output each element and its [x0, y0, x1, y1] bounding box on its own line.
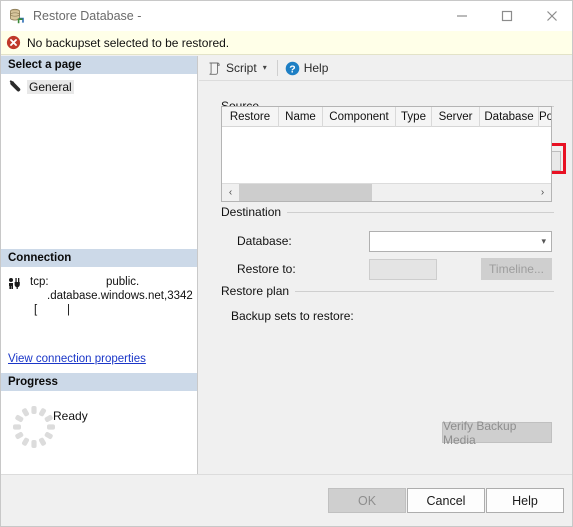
progress-status: Ready: [53, 409, 88, 423]
connection-panel: tcp: public. .database.windows.net,3342 …: [1, 268, 197, 373]
help-footer-button[interactable]: Help: [486, 488, 564, 513]
script-button[interactable]: Script ▾: [204, 57, 273, 79]
error-banner-text: No backupset selected to be restored.: [27, 35, 230, 50]
restore-plan-group: Restore plan: [221, 284, 554, 298]
scroll-left-arrow[interactable]: ‹: [222, 184, 239, 201]
connection-header: Connection: [1, 249, 197, 268]
scroll-right-arrow[interactable]: ›: [534, 184, 551, 201]
restore-plan-group-header: Restore plan: [221, 284, 554, 298]
scrollbar-thumb[interactable]: [239, 184, 372, 201]
help-circle-icon: ?: [285, 61, 300, 76]
cancel-button[interactable]: Cancel: [407, 488, 485, 513]
maximize-button[interactable]: [484, 1, 529, 31]
toolbar-divider: [276, 60, 278, 76]
connection-pipe: |: [67, 304, 70, 316]
script-button-label: Script: [226, 61, 257, 75]
view-connection-properties-link[interactable]: View connection properties: [8, 353, 146, 365]
restore-database-dialog: Restore Database - No backupset selected…: [0, 0, 573, 527]
destination-group: Destination: [221, 205, 554, 219]
column-header-type[interactable]: Type: [396, 107, 432, 127]
toolbar: Script ▾ ? Help: [199, 56, 572, 81]
verify-backup-media-label: Verify Backup Media: [443, 418, 517, 447]
chevron-down-icon[interactable]: ▾: [541, 237, 546, 246]
destination-group-title: Destination: [221, 205, 282, 219]
title-bar: Restore Database -: [1, 1, 572, 31]
spinner-icon: [11, 404, 57, 450]
sidebar-item-general-label: General: [27, 80, 74, 94]
page-list: General: [1, 75, 197, 96]
table-horizontal-scrollbar[interactable]: ‹ ›: [222, 183, 551, 201]
window-title: Restore Database -: [33, 9, 142, 23]
restore-plan-group-title: Restore plan: [221, 284, 290, 298]
destination-group-header: Destination: [221, 205, 554, 219]
help-footer-button-label: Help: [512, 493, 538, 508]
column-header-database[interactable]: Database: [480, 107, 539, 127]
column-header-restore[interactable]: Restore: [222, 107, 279, 127]
verify-backup-media-button: Verify Backup Media: [442, 419, 552, 447]
minimize-button[interactable]: [439, 1, 484, 31]
timeline-button: Timeline...: [481, 258, 552, 280]
help-button[interactable]: ? Help: [282, 57, 332, 79]
scrollbar-track[interactable]: [239, 184, 534, 201]
column-header-position[interactable]: Posit: [539, 107, 551, 127]
destination-database-label: Database:: [237, 234, 292, 248]
table-header-row: Restore Name Component Type Server Datab…: [222, 107, 551, 127]
close-button[interactable]: [529, 1, 572, 31]
sidebar-item-general[interactable]: General: [1, 78, 197, 96]
group-divider: [295, 290, 554, 292]
error-banner: No backupset selected to be restored.: [1, 31, 572, 55]
script-icon: [207, 61, 222, 76]
help-button-label: Help: [303, 61, 329, 75]
dialog-footer: OK Cancel Help: [1, 474, 572, 526]
connection-protocol: tcp:: [30, 276, 49, 288]
timeline-button-label: Timeline...: [489, 262, 544, 276]
restore-database-icon: [8, 8, 25, 25]
main-panel: Script ▾ ? Help Source: [199, 56, 572, 476]
ok-button: OK: [328, 488, 406, 513]
connection-bracket: [: [34, 304, 38, 316]
chevron-down-icon[interactable]: ▾: [263, 64, 267, 72]
connection-host: .database.windows.net,3342: [47, 290, 193, 302]
table-body: [222, 127, 551, 182]
progress-panel: Ready: [1, 392, 197, 472]
svg-text:?: ?: [289, 63, 295, 75]
restore-to-input: [369, 259, 437, 280]
connection-icon: [7, 277, 23, 292]
cancel-button-label: Cancel: [426, 493, 466, 508]
column-header-component[interactable]: Component: [323, 107, 396, 127]
wrench-icon: [8, 80, 23, 94]
ok-button-label: OK: [357, 493, 377, 508]
connection-suffix: public.: [106, 276, 140, 288]
group-divider: [287, 211, 554, 213]
backup-sets-table[interactable]: Restore Name Component Type Server Datab…: [221, 106, 552, 202]
sidebar: Select a page General Connection tcp: pu…: [1, 56, 198, 476]
progress-header: Progress: [1, 373, 197, 392]
select-a-page-header: Select a page: [1, 56, 197, 75]
window-controls: [439, 1, 572, 31]
restore-to-label: Restore to:: [237, 262, 296, 276]
column-header-server[interactable]: Server: [432, 107, 480, 127]
error-circle-icon: [6, 35, 21, 50]
destination-database-combo[interactable]: ▾: [369, 231, 552, 252]
connection-text: tcp: public. .database.windows.net,3342 …: [30, 275, 193, 317]
backup-sets-label: Backup sets to restore:: [231, 309, 354, 323]
column-header-name[interactable]: Name: [279, 107, 323, 127]
